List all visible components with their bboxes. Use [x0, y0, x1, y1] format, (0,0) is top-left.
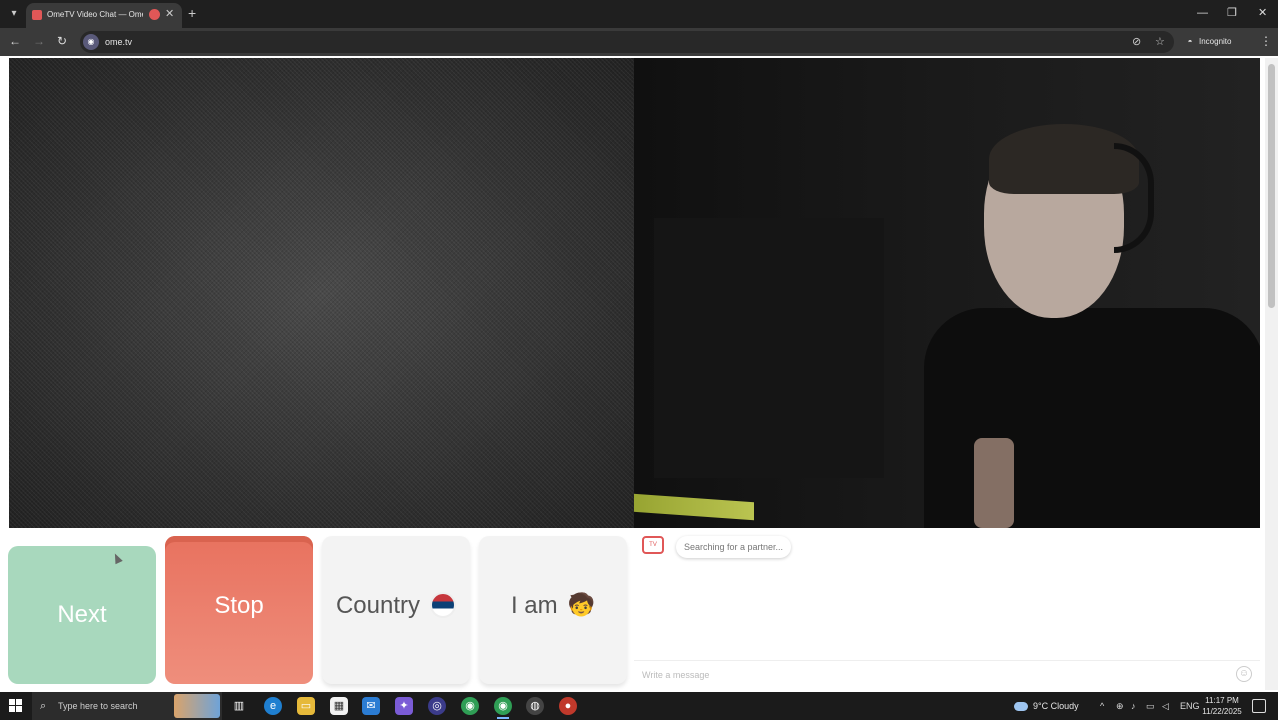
tab-favicon-icon: [32, 10, 42, 20]
scroll-thumb[interactable]: [1268, 64, 1275, 308]
kebab-menu-icon[interactable]: ⋮: [1260, 33, 1272, 49]
file-explorer-icon[interactable]: ▭: [297, 697, 315, 715]
chrome-incognito-icon[interactable]: ◉: [494, 697, 512, 715]
eye-off-icon[interactable]: ⊘: [1132, 35, 1141, 49]
chevron-down-icon[interactable]: ▾: [6, 6, 22, 22]
site-info-icon[interactable]: ◉: [83, 34, 99, 50]
copilot-icon[interactable]: ✦: [395, 697, 413, 715]
app-icon[interactable]: ◎: [428, 697, 446, 715]
restore-icon[interactable]: ❐: [1227, 5, 1237, 21]
recorder-icon[interactable]: ●: [559, 697, 577, 715]
notification-icon[interactable]: [1252, 699, 1266, 713]
start-tile: [16, 706, 22, 712]
browser-tab-bar: ▾ OmeTV Video Chat — Ome ✕ + — ❐ ✕: [0, 0, 1278, 28]
system-clock[interactable]: 11:17 PM 11/22/2025: [1198, 695, 1246, 717]
clock-time: 11:17 PM: [1205, 696, 1239, 705]
chevron-up-icon[interactable]: ^: [1100, 699, 1104, 713]
arrow-right-icon[interactable]: →: [33, 33, 45, 49]
start-tile: [9, 699, 15, 705]
weather-text: 9°C Cloudy: [1033, 701, 1079, 711]
incognito-icon: ◓: [1187, 37, 1193, 46]
close-window-icon[interactable]: ✕: [1258, 5, 1267, 21]
windows-start-icon[interactable]: [9, 699, 23, 713]
next-button[interactable]: Next: [8, 546, 156, 684]
language-indicator[interactable]: ENG: [1180, 699, 1200, 713]
task-view-icon[interactable]: ▥: [230, 697, 248, 715]
chat-panel: TV Searching for a partner... ☺: [634, 528, 1260, 688]
gender-label: I am: [510, 592, 558, 619]
smile-icon[interactable]: ☺: [1236, 666, 1252, 682]
headset: [1114, 143, 1154, 253]
reload-icon[interactable]: ↻: [57, 33, 67, 49]
edge-icon[interactable]: e: [264, 697, 282, 715]
taskbar-search[interactable]: ⌕ Type here to search: [32, 692, 222, 720]
star-icon[interactable]: ☆: [1155, 35, 1165, 49]
search-icon: ⌕: [40, 700, 47, 712]
page-content: Next Stop Country I am 🧒 TV Searching for…: [0, 56, 1278, 692]
browser-tab[interactable]: OmeTV Video Chat — Ome ✕: [26, 3, 182, 28]
background-monitor: [654, 218, 884, 478]
plus-icon[interactable]: +: [188, 5, 196, 21]
microphone-icon[interactable]: ♪: [1131, 699, 1136, 713]
page-scrollbar[interactable]: [1265, 58, 1278, 690]
start-tile: [16, 699, 22, 705]
keyboard-glow: [634, 493, 754, 521]
volume-icon[interactable]: ◁: [1162, 699, 1169, 713]
chat-input-row: ☺: [634, 660, 1260, 688]
weather-widget[interactable]: 9°C Cloudy: [1014, 700, 1079, 712]
arrow-left-icon[interactable]: ←: [9, 33, 21, 49]
tab-title: OmeTV Video Chat — Ome: [47, 10, 143, 19]
chrome-icon[interactable]: ◉: [461, 697, 479, 715]
start-tile: [9, 706, 15, 712]
mail-icon[interactable]: ✉: [362, 697, 380, 715]
self-video: [634, 58, 1260, 528]
incognito-badge[interactable]: ◓ Incognito: [1185, 33, 1249, 51]
address-bar[interactable]: ◉ ome.tv ⊘ ☆: [80, 31, 1174, 53]
stop-button[interactable]: Stop: [165, 536, 313, 684]
active-app-indicator: [497, 717, 509, 719]
country-label: Country: [335, 592, 421, 619]
search-highlight-image: [174, 694, 220, 718]
store-icon[interactable]: ▦: [330, 697, 348, 715]
taskbar-search-placeholder: Type here to search: [58, 701, 138, 711]
chat-status-message: Searching for a partner...: [676, 536, 792, 558]
close-tab-icon[interactable]: ✕: [165, 7, 174, 21]
minimize-icon[interactable]: —: [1197, 5, 1208, 21]
serbia-flag-icon: [430, 591, 457, 618]
clock-date: 11/22/2025: [1202, 707, 1242, 716]
boy-emoji-icon: 🧒: [567, 591, 596, 617]
shirt-print: [974, 438, 1014, 528]
incognito-label: Incognito: [1199, 37, 1232, 46]
cloud-icon: [1014, 702, 1028, 712]
url-text: ome.tv: [105, 37, 133, 47]
chat-message-input[interactable]: [642, 666, 1232, 684]
windows-taskbar: ⌕ Type here to search ▥ e ▭ ▦ ✉ ✦ ◎ ◉ ◉ …: [0, 692, 1278, 720]
browser-toolbar: ← → ↻ ◉ ome.tv ⊘ ☆: [0, 28, 1278, 56]
network-icon[interactable]: ⊕: [1116, 699, 1124, 713]
obs-icon[interactable]: ◍: [526, 697, 544, 715]
gender-button[interactable]: I am 🧒: [479, 536, 627, 684]
display-icon[interactable]: ▭: [1146, 699, 1155, 713]
ometv-logo-icon: TV: [642, 536, 664, 554]
partner-video: [9, 58, 634, 528]
country-button[interactable]: Country: [322, 536, 470, 684]
recording-icon: [149, 9, 160, 20]
